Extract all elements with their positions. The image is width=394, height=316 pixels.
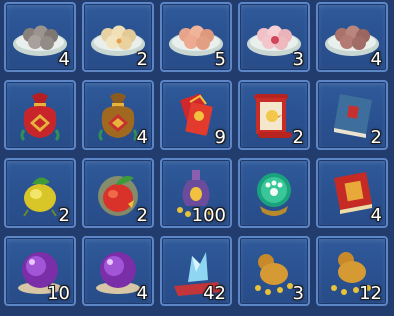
item-count: 4: [136, 127, 148, 148]
inventory-slot[interactable]: 4: [316, 2, 388, 72]
item-count: 2: [370, 127, 382, 148]
item-count: 100: [191, 205, 226, 226]
inventory-slot[interactable]: 5: [160, 2, 232, 72]
item-count: 3: [292, 283, 304, 304]
inventory-slot[interactable]: 42: [160, 236, 232, 306]
item-count: 5: [214, 49, 226, 70]
item-count: 2: [58, 205, 70, 226]
inventory-slot[interactable]: 4: [316, 158, 388, 228]
item-count: 4: [58, 49, 70, 70]
inventory-slot[interactable]: [4, 80, 76, 150]
inventory-slot[interactable]: 2: [82, 158, 154, 228]
item-count: 12: [359, 283, 382, 304]
inventory-slot[interactable]: 3: [238, 2, 310, 72]
item-count: 3: [292, 49, 304, 70]
item-count: 9: [214, 127, 226, 148]
inventory-slot[interactable]: 2: [238, 80, 310, 150]
item-count: 2: [292, 127, 304, 148]
inventory-slot[interactable]: 12: [316, 236, 388, 306]
item-count: 4: [370, 49, 382, 70]
inventory-slot[interactable]: 100: [160, 158, 232, 228]
item-count: 42: [203, 283, 226, 304]
item-count: 2: [136, 205, 148, 226]
inventory-slot[interactable]: 2: [82, 2, 154, 72]
inventory-slot[interactable]: 4: [82, 80, 154, 150]
inventory-slot[interactable]: 2: [316, 80, 388, 150]
item-count: 4: [370, 205, 382, 226]
inventory-slot[interactable]: 2: [4, 158, 76, 228]
crystal-orb-icon: [257, 173, 291, 216]
item-count: 2: [136, 49, 148, 70]
inventory-slot[interactable]: 3: [238, 236, 310, 306]
lucky-bag-icon: [20, 93, 60, 142]
inventory-slot[interactable]: [238, 158, 310, 228]
inventory-slot[interactable]: 4: [4, 2, 76, 72]
inventory-slot[interactable]: 10: [4, 236, 76, 306]
inventory-slot[interactable]: 9: [160, 80, 232, 150]
inventory-grid: 4 2 5 3 4 4 9 2 2 2 2 100 4 10 4 42 3 12: [0, 0, 394, 316]
item-count: 4: [136, 283, 148, 304]
item-count: 10: [47, 283, 70, 304]
inventory-slot[interactable]: 4: [82, 236, 154, 306]
